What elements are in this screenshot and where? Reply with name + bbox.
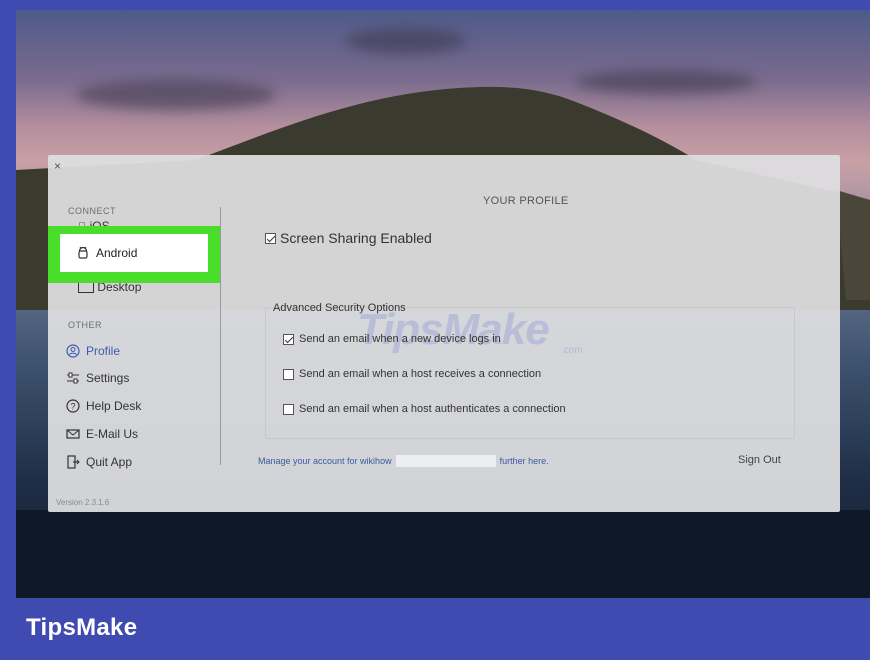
help-icon: ? bbox=[66, 399, 80, 413]
profile-panel: YOUR PROFILE Screen Sharing Enabled Adva… bbox=[221, 155, 840, 512]
page-title: YOUR PROFILE bbox=[483, 195, 569, 207]
sidebar-item-profile[interactable]: Profile bbox=[66, 341, 120, 361]
screen-sharing-toggle[interactable]: Screen Sharing Enabled bbox=[265, 230, 432, 246]
quit-icon bbox=[67, 455, 80, 469]
watermark: TipsMake bbox=[357, 305, 550, 354]
brand-logo: TipsMake bbox=[26, 614, 138, 641]
sidebar-item-email-us[interactable]: E-Mail Us bbox=[66, 424, 138, 444]
connect-section-label: CONNECT bbox=[68, 206, 116, 216]
option-checkbox[interactable] bbox=[283, 368, 294, 380]
sidebar-item-help-desk[interactable]: ? Help Desk bbox=[66, 396, 141, 416]
app-window: × CONNECT  iOS Desktop Android OTHER bbox=[48, 155, 840, 512]
sidebar: CONNECT  iOS Desktop Android OTHER bbox=[48, 155, 220, 512]
sidebar-item-label: Quit App bbox=[86, 455, 133, 469]
option-label: Send an email when a host authenticates … bbox=[299, 403, 566, 415]
profile-icon bbox=[66, 344, 80, 358]
mail-icon bbox=[66, 429, 80, 439]
sidebar-item-label: Android bbox=[96, 246, 138, 260]
screen-sharing-label: Screen Sharing Enabled bbox=[280, 230, 432, 246]
sidebar-item-label: Help Desk bbox=[86, 399, 142, 413]
redacted-email bbox=[395, 455, 496, 467]
option-checkbox[interactable] bbox=[283, 333, 294, 345]
screen-sharing-checkbox[interactable] bbox=[265, 232, 276, 244]
other-section-label: OTHER bbox=[68, 320, 102, 330]
sidebar-item-label: E-Mail Us bbox=[86, 427, 139, 441]
sidebar-item-settings[interactable]: Settings bbox=[66, 368, 129, 388]
desktop-icon bbox=[78, 282, 94, 294]
highlight-overlay: Android bbox=[48, 226, 220, 283]
option-new-device[interactable]: Send an email when a new device logs in bbox=[283, 333, 501, 345]
option-checkbox[interactable] bbox=[283, 403, 294, 415]
brand-bar: TipsMake bbox=[0, 598, 870, 660]
manage-account-link[interactable]: Manage your account for wikihow further … bbox=[258, 455, 549, 467]
sidebar-item-android[interactable]: Android bbox=[60, 234, 208, 272]
option-host-authenticates[interactable]: Send an email when a host authenticates … bbox=[283, 403, 566, 415]
sidebar-item-label: Settings bbox=[86, 371, 130, 385]
option-label: Send an email when a host receives a con… bbox=[299, 368, 542, 380]
version-label: Version 2.3.1.6 bbox=[56, 498, 110, 507]
sign-out-button[interactable]: Sign Out bbox=[738, 454, 781, 466]
settings-icon bbox=[67, 372, 79, 384]
sidebar-item-label: Profile bbox=[86, 344, 121, 358]
watermark-suffix: .com bbox=[561, 345, 583, 356]
svg-text:?: ? bbox=[70, 402, 75, 412]
option-label: Send an email when a new device logs in bbox=[299, 333, 501, 345]
manage-link-prefix: Manage your account for wikihow bbox=[258, 456, 392, 466]
manage-link-suffix: further here. bbox=[499, 456, 549, 466]
android-icon bbox=[78, 246, 88, 259]
option-host-receives[interactable]: Send an email when a host receives a con… bbox=[283, 368, 541, 380]
sidebar-item-quit-app[interactable]: Quit App bbox=[66, 452, 132, 472]
